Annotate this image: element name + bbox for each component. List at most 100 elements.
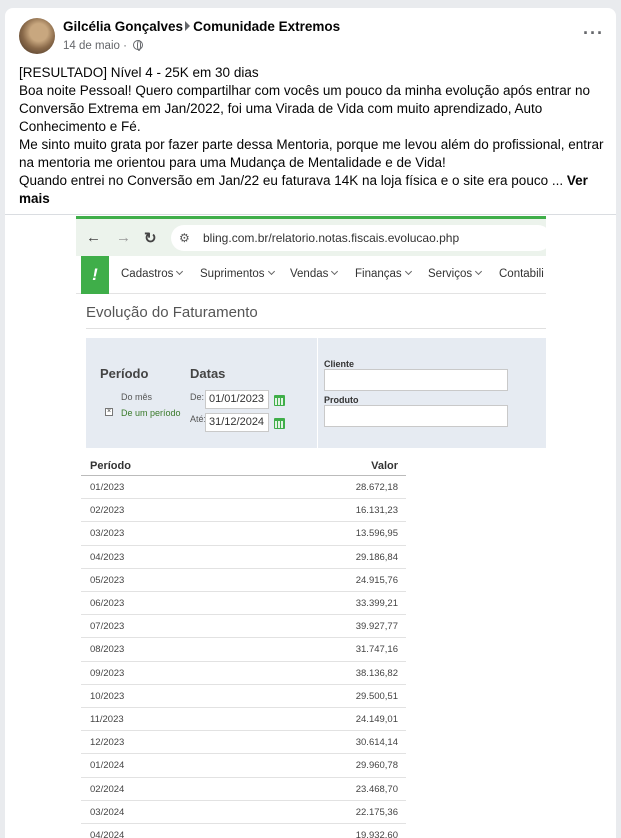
periodo-cell: 02/2023 bbox=[90, 505, 125, 517]
group-name[interactable]: Comunidade Extremos bbox=[193, 19, 340, 34]
table-row: 05/2023 24.915,76 bbox=[81, 567, 406, 591]
valor-cell: 31.747,16 bbox=[355, 644, 398, 656]
table-row: 11/2023 24.149,01 bbox=[81, 707, 406, 730]
address-bar: ⚙ bling.com.br/relatorio.notas.fiscais.e… bbox=[171, 225, 546, 251]
valor-cell: 24.149,01 bbox=[355, 714, 398, 725]
reload-icon: ↻ bbox=[144, 230, 157, 247]
menu-item: Finanças bbox=[355, 267, 412, 280]
forward-arrow-icon: → bbox=[116, 229, 131, 246]
column-header-periodo: Período bbox=[90, 460, 131, 472]
do-mes-option: Do mês bbox=[121, 392, 153, 402]
post-body: [RESULTADO] Nível 4 - 25K em 30 dias Boa… bbox=[19, 64, 605, 208]
valor-cell: 38.136,82 bbox=[355, 667, 398, 679]
periodo-cell: 11/2023 bbox=[90, 714, 124, 725]
valor-cell: 24.915,76 bbox=[355, 574, 398, 586]
post-header: Gilcélia Gonçalves Comunidade Extremos 14… bbox=[19, 18, 604, 58]
valor-cell: 28.672,18 bbox=[355, 482, 398, 493]
table-row: 09/2023 38.136,82 bbox=[81, 660, 406, 684]
produto-label: Produto bbox=[324, 395, 359, 405]
periodo-cell: 10/2023 bbox=[90, 690, 125, 702]
table-row: 04/2024 19.932,60 bbox=[81, 823, 406, 838]
periodo-cell: 04/2023 bbox=[90, 551, 125, 563]
more-options-icon[interactable]: ··· bbox=[583, 24, 604, 42]
divider bbox=[317, 338, 318, 448]
date-from-field: 01/01/2023 bbox=[205, 390, 269, 409]
periodo-cell: 08/2023 bbox=[90, 644, 125, 656]
bling-logo: ! bbox=[81, 256, 109, 294]
periodo-cell: 02/2024 bbox=[90, 783, 125, 795]
post-line: Quando entrei no Conversão em Jan/22 eu … bbox=[19, 172, 605, 208]
valor-cell: 39.927,77 bbox=[355, 621, 398, 633]
page-title: Evolução do Faturamento bbox=[86, 304, 258, 321]
periodo-cell: 03/2023 bbox=[90, 528, 125, 540]
tune-icon: ⚙ bbox=[179, 231, 190, 245]
table-row: 12/2023 30.614,14 bbox=[81, 730, 406, 753]
periodo-cell: 07/2023 bbox=[90, 621, 125, 633]
table-row: 01/2024 29.960,78 bbox=[81, 753, 406, 776]
valor-cell: 13.596,95 bbox=[355, 528, 398, 540]
post-date[interactable]: 14 de maio bbox=[63, 40, 120, 52]
menu-item: Contabili bbox=[499, 268, 544, 280]
ate-label: Até: bbox=[190, 414, 207, 424]
valor-cell: 16.131,23 bbox=[355, 505, 398, 517]
table-row: 03/2023 13.596,95 bbox=[81, 521, 406, 544]
periodo-label: Período bbox=[100, 366, 149, 381]
divider bbox=[86, 328, 546, 329]
de-um-periodo-option: De um período bbox=[121, 408, 181, 418]
valor-cell: 19.932,60 bbox=[355, 830, 398, 838]
table-row: 07/2023 39.927,77 bbox=[81, 614, 406, 637]
produto-input bbox=[324, 405, 508, 427]
valor-cell: 23.468,70 bbox=[355, 783, 398, 795]
divider bbox=[5, 214, 616, 215]
browser-toolbar: ← → ↻ ⚙ bling.com.br/relatorio.notas.fis… bbox=[76, 216, 546, 256]
table-row: 02/2023 16.131,23 bbox=[81, 498, 406, 521]
app-menu-bar: ! Cadastros Suprimentos Vendas Finanças … bbox=[76, 256, 546, 294]
table-row: 06/2023 33.399,21 bbox=[81, 591, 406, 614]
menu-item: Vendas bbox=[290, 267, 339, 280]
periodo-cell: 06/2023 bbox=[90, 598, 125, 609]
post-author-line: Gilcélia Gonçalves Comunidade Extremos bbox=[63, 19, 340, 34]
valor-cell: 33.399,21 bbox=[355, 598, 398, 609]
periodo-cell: 01/2024 bbox=[90, 760, 125, 772]
avatar[interactable] bbox=[19, 18, 55, 54]
calendar-icon bbox=[274, 418, 285, 429]
table-row: 03/2024 22.175,36 bbox=[81, 799, 406, 823]
post-card: Gilcélia Gonçalves Comunidade Extremos 14… bbox=[5, 8, 616, 838]
periodo-cell: 01/2023 bbox=[90, 482, 125, 493]
periodo-cell: 03/2024 bbox=[90, 806, 125, 818]
periodo-cell: 05/2023 bbox=[90, 574, 125, 586]
author-name[interactable]: Gilcélia Gonçalves bbox=[63, 19, 183, 34]
calendar-icon bbox=[274, 395, 285, 406]
valor-cell: 30.614,14 bbox=[355, 737, 398, 749]
de-label: De: bbox=[190, 392, 205, 402]
caret-right-icon bbox=[185, 21, 191, 31]
post-line: Me sinto muito grata por fazer parte des… bbox=[19, 137, 604, 170]
table-row: 02/2024 23.468,70 bbox=[81, 776, 406, 800]
chevron-down-icon bbox=[331, 267, 339, 276]
back-arrow-icon: ← bbox=[86, 229, 101, 246]
table-row: 08/2023 31.747,16 bbox=[81, 637, 406, 660]
post-line: Boa noite Pessoal! Quero compartilhar co… bbox=[19, 83, 591, 134]
checkbox-icon: × bbox=[105, 408, 113, 416]
post-meta: 14 de maio · bbox=[63, 40, 144, 52]
chevron-down-icon bbox=[404, 267, 412, 276]
menu-item: Suprimentos bbox=[200, 267, 275, 280]
table-row: 04/2023 29.186,84 bbox=[81, 544, 406, 568]
filter-panel: Período Datas Do mês × De um período De:… bbox=[86, 338, 546, 448]
periodo-cell: 09/2023 bbox=[90, 667, 125, 679]
post-line: [RESULTADO] Nível 4 - 25K em 30 dias bbox=[19, 65, 259, 80]
chevron-down-icon bbox=[176, 267, 184, 276]
valor-cell: 29.960,78 bbox=[355, 760, 398, 772]
menu-item: Serviços bbox=[428, 267, 483, 280]
table-row: 10/2023 29.500,51 bbox=[81, 683, 406, 707]
attached-screenshot[interactable]: ← → ↻ ⚙ bling.com.br/relatorio.notas.fis… bbox=[76, 216, 546, 838]
datas-label: Datas bbox=[190, 366, 226, 381]
post-line-text: Quando entrei no Conversão em Jan/22 eu … bbox=[19, 173, 564, 188]
chevron-down-icon bbox=[475, 267, 483, 276]
menu-item: Cadastros bbox=[121, 267, 184, 280]
chevron-down-icon bbox=[267, 267, 275, 276]
valor-cell: 22.175,36 bbox=[355, 806, 398, 818]
cliente-label: Cliente bbox=[324, 359, 355, 369]
valor-cell: 29.186,84 bbox=[355, 551, 398, 563]
url-text: bling.com.br/relatorio.notas.fiscais.evo… bbox=[203, 231, 460, 245]
